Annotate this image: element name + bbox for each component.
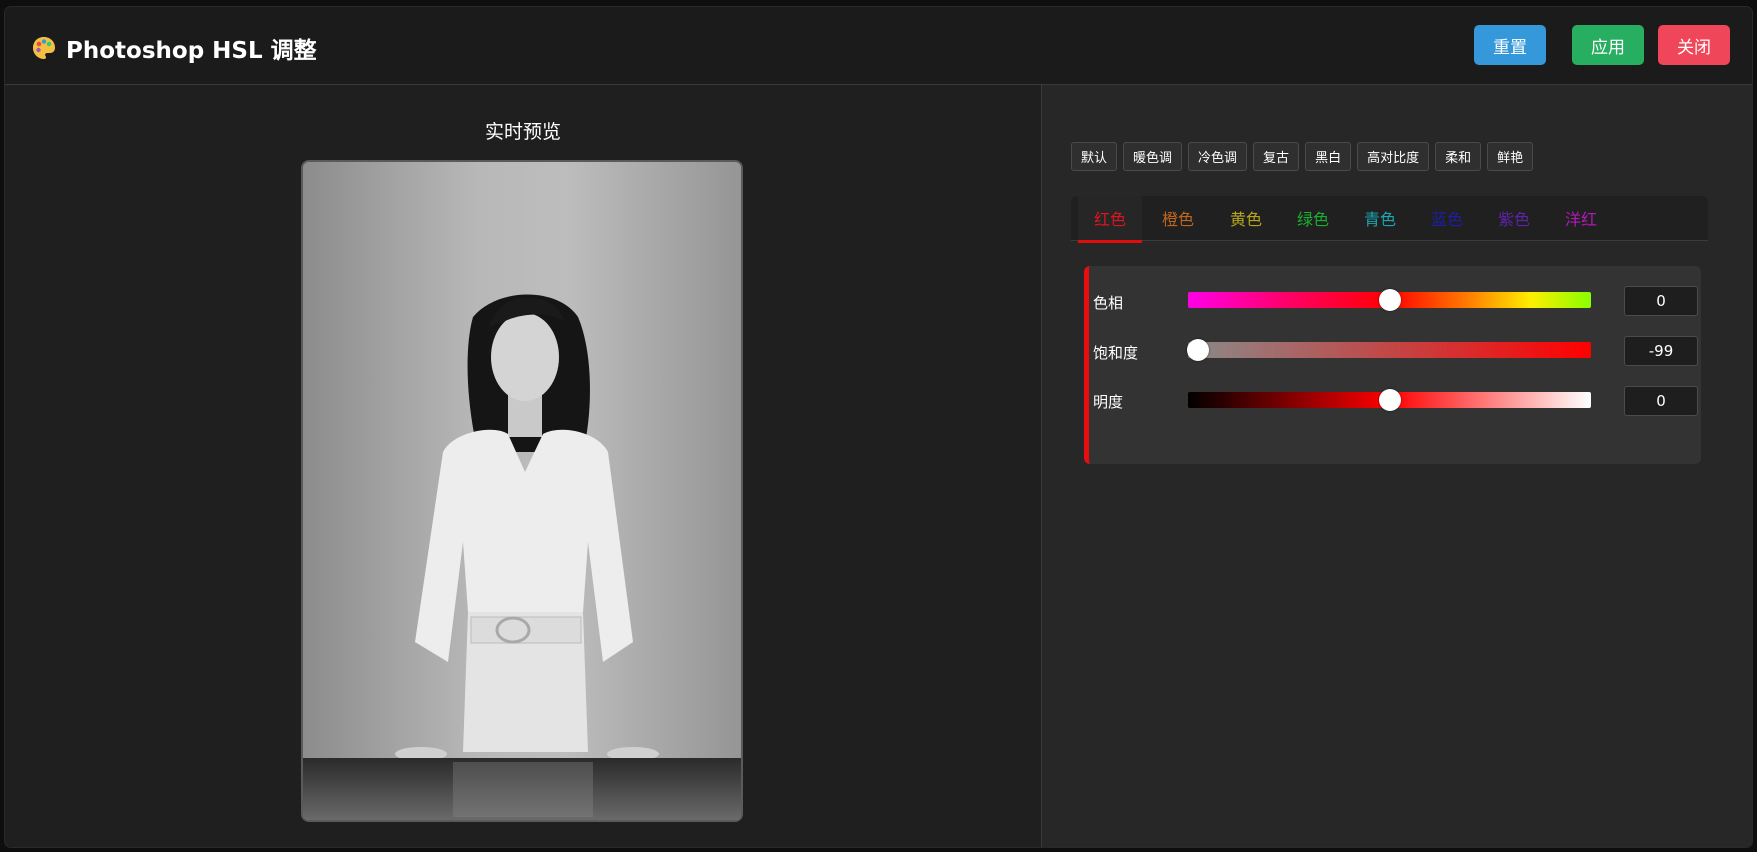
preview-title: 实时预览 bbox=[484, 121, 561, 143]
saturation-value-input[interactable]: -99 bbox=[1624, 336, 1698, 366]
dialog-title-text: Photoshop HSL 调整 bbox=[66, 38, 317, 64]
tab-yellow[interactable]: 黄色 bbox=[1214, 196, 1278, 240]
controls-pane: 默认 暖色调 冷色调 复古 黑白 高对比度 柔和 鲜艳 红色 橙色 黄色 绿色 … bbox=[1042, 85, 1752, 847]
close-button[interactable]: 关闭 bbox=[1658, 25, 1730, 65]
lightness-slider-thumb[interactable] bbox=[1378, 389, 1401, 411]
tab-purple[interactable]: 紫色 bbox=[1482, 196, 1546, 240]
dialog-header: Photoshop HSL 调整 重置 应用 关闭 bbox=[5, 7, 1752, 85]
hue-value-input[interactable]: 0 bbox=[1624, 286, 1698, 316]
preset-warm[interactable]: 暖色调 bbox=[1123, 142, 1183, 171]
hue-slider[interactable] bbox=[1188, 289, 1591, 311]
saturation-slider[interactable] bbox=[1187, 339, 1591, 361]
lightness-slider[interactable] bbox=[1188, 389, 1591, 411]
preset-bar: 默认 暖色调 冷色调 复古 黑白 高对比度 柔和 鲜艳 bbox=[1071, 142, 1534, 171]
lightness-label: 明度 bbox=[1093, 393, 1124, 411]
preset-bw[interactable]: 黑白 bbox=[1305, 142, 1352, 171]
tab-magenta[interactable]: 洋红 bbox=[1549, 196, 1613, 240]
color-tabs: 红色 橙色 黄色 绿色 青色 蓝色 紫色 洋红 bbox=[1071, 196, 1708, 243]
preset-high-contrast[interactable]: 高对比度 bbox=[1357, 142, 1430, 171]
preset-cool[interactable]: 冷色调 bbox=[1188, 142, 1248, 171]
hue-slider-thumb[interactable] bbox=[1378, 289, 1401, 311]
preset-vintage[interactable]: 复古 bbox=[1253, 142, 1300, 171]
saturation-slider-thumb[interactable] bbox=[1187, 339, 1210, 361]
hue-label: 色相 bbox=[1093, 294, 1124, 312]
dialog-title: Photoshop HSL 调整 bbox=[31, 31, 317, 65]
hsl-sliders-panel: 色相 0 饱和度 -99 明度 0 bbox=[1084, 266, 1701, 464]
hsl-dialog: Photoshop HSL 调整 重置 应用 关闭 实时预览 默认 暖色调 冷色… bbox=[5, 7, 1752, 847]
preview-image bbox=[301, 160, 743, 822]
portrait-illustration bbox=[303, 162, 741, 820]
tab-red[interactable]: 红色 bbox=[1078, 196, 1142, 243]
tab-green[interactable]: 绿色 bbox=[1281, 196, 1345, 240]
preset-vivid[interactable]: 鲜艳 bbox=[1487, 142, 1534, 171]
preset-default[interactable]: 默认 bbox=[1071, 142, 1118, 171]
tab-cyan[interactable]: 青色 bbox=[1348, 196, 1412, 240]
palette-icon bbox=[31, 35, 57, 61]
tab-blue[interactable]: 蓝色 bbox=[1415, 196, 1479, 240]
reset-button[interactable]: 重置 bbox=[1474, 25, 1546, 65]
lightness-value-input[interactable]: 0 bbox=[1624, 386, 1698, 416]
tab-orange[interactable]: 橙色 bbox=[1146, 196, 1210, 240]
apply-button[interactable]: 应用 bbox=[1572, 25, 1644, 65]
preset-soft[interactable]: 柔和 bbox=[1435, 142, 1482, 171]
saturation-label: 饱和度 bbox=[1093, 344, 1139, 362]
